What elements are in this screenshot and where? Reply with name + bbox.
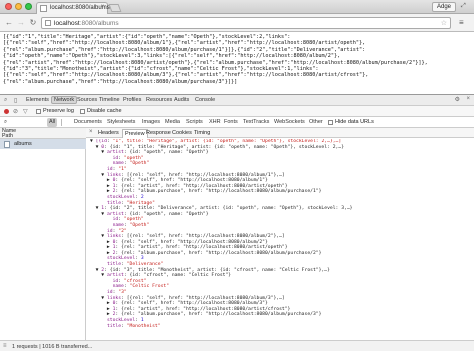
clear-icon[interactable]: ⊘ xyxy=(13,108,18,115)
tab-headers[interactable]: Headers xyxy=(98,130,119,136)
path-header: Path xyxy=(2,132,13,139)
profile-button[interactable]: Adge xyxy=(431,2,456,12)
tab-response[interactable]: Response xyxy=(146,130,171,136)
type-texttracks[interactable]: TextTracks xyxy=(243,119,269,125)
tree-line: title: "Monotheist" xyxy=(106,323,161,329)
disable-cache-label: Disable cache xyxy=(87,108,122,114)
forward-icon[interactable]: → xyxy=(16,18,26,28)
hide-data-urls-label: Hide data URLs xyxy=(335,119,374,125)
type-websockets[interactable]: WebSockets xyxy=(274,119,305,125)
tab-close-icon[interactable]: × xyxy=(100,4,104,10)
tab-network[interactable]: Network xyxy=(51,96,78,104)
url-text: localhost:8080/albums xyxy=(54,20,119,27)
type-scripts[interactable]: Scripts xyxy=(186,119,203,125)
request-name: albums xyxy=(14,141,32,147)
drawer-icon[interactable]: ≡ xyxy=(3,343,7,349)
type-stylesheets[interactable]: Stylesheets xyxy=(107,119,135,125)
window-titlebar: localhost:8080/albums × Adge ⤢ xyxy=(0,0,474,14)
name-column-header[interactable]: Name Path xyxy=(0,128,86,139)
type-fonts[interactable]: Fonts xyxy=(224,119,238,125)
preserve-log-label: Preserve log xyxy=(43,108,74,114)
tab-console[interactable]: Console xyxy=(195,97,215,103)
request-list: Name Path albums xyxy=(0,128,86,340)
new-tab-button[interactable] xyxy=(108,4,122,12)
page-info-icon[interactable] xyxy=(45,20,51,26)
type-media[interactable]: Media xyxy=(165,119,180,125)
type-xhr[interactable]: XHR xyxy=(209,119,221,125)
resource-type-filter: ⌕ All Documents Stylesheets Images Media… xyxy=(0,117,474,128)
reload-icon[interactable]: ↻ xyxy=(28,18,38,28)
filter-icon[interactable]: ▽ xyxy=(23,108,28,115)
raw-json-response: [{"id":"1","title":"Heritage","artist":{… xyxy=(0,32,474,94)
network-controls: ⊘ ▽ Preserve log Disable cache xyxy=(0,106,474,117)
json-preview-tree[interactable]: ▼ [{id: "1", title: "Heritage", artist: … xyxy=(86,139,474,339)
tab-profiles[interactable]: Profiles xyxy=(123,97,141,103)
request-detail: × Headers Preview Response Cookies Timin… xyxy=(86,128,474,340)
detail-close-icon[interactable]: × xyxy=(89,129,93,135)
tab-timeline[interactable]: Timeline xyxy=(99,97,120,103)
device-mode-icon[interactable]: ▯ xyxy=(14,97,17,104)
tab-sources[interactable]: Sources xyxy=(77,97,97,103)
devtools-tabbar: ⌕ ▯ Elements Network Sources Timeline Pr… xyxy=(0,95,474,106)
filter-input-icon[interactable]: ⌕ xyxy=(4,119,7,126)
detail-tabbar: × Headers Preview Response Cookies Timin… xyxy=(86,128,474,138)
status-bar: ≡ 1 requests | 1016 B transferred... xyxy=(0,340,474,351)
record-icon[interactable] xyxy=(4,109,9,114)
tab-audits[interactable]: Audits xyxy=(174,97,189,103)
type-all[interactable]: All xyxy=(47,118,58,127)
browser-tab[interactable]: localhost:8080/albums × xyxy=(36,2,110,14)
menu-icon[interactable]: ≡ xyxy=(459,18,468,27)
tab-resources[interactable]: Resources xyxy=(146,97,172,103)
type-images[interactable]: Images xyxy=(142,119,160,125)
type-documents[interactable]: Documents xyxy=(74,119,102,125)
tab-cookies[interactable]: Cookies xyxy=(172,130,192,136)
settings-icon[interactable]: ⚙ xyxy=(455,96,460,103)
close-window-button[interactable] xyxy=(5,3,12,10)
tab-timing[interactable]: Timing xyxy=(194,130,210,136)
fullscreen-icon[interactable]: ⤢ xyxy=(461,3,469,11)
tab-elements[interactable]: Elements xyxy=(26,97,49,103)
devtools-close-icon[interactable]: × xyxy=(466,96,470,102)
disable-cache-checkbox[interactable] xyxy=(80,109,85,114)
divider xyxy=(61,119,62,126)
page-icon xyxy=(40,5,47,12)
preserve-log-checkbox[interactable] xyxy=(36,109,41,114)
devtools-panel: ⌕ ▯ Elements Network Sources Timeline Pr… xyxy=(0,94,474,351)
request-row[interactable]: albums xyxy=(0,139,86,149)
search-icon[interactable]: ⌕ xyxy=(4,97,7,104)
document-icon xyxy=(4,141,10,148)
minimize-window-button[interactable] xyxy=(15,3,22,10)
status-text: 1 requests | 1016 B transferred... xyxy=(12,344,93,350)
address-bar[interactable]: localhost:8080/albums ☆ xyxy=(41,17,451,29)
tab-preview[interactable]: Preview xyxy=(122,129,148,138)
browser-toolbar: ← → ↻ localhost:8080/albums ☆ ≡ xyxy=(0,14,474,32)
maximize-window-button[interactable] xyxy=(25,3,32,10)
hide-data-urls-checkbox[interactable] xyxy=(328,120,333,125)
back-icon[interactable]: ← xyxy=(4,18,14,28)
bookmark-star-icon[interactable]: ☆ xyxy=(441,19,447,27)
type-other[interactable]: Other xyxy=(309,119,323,125)
